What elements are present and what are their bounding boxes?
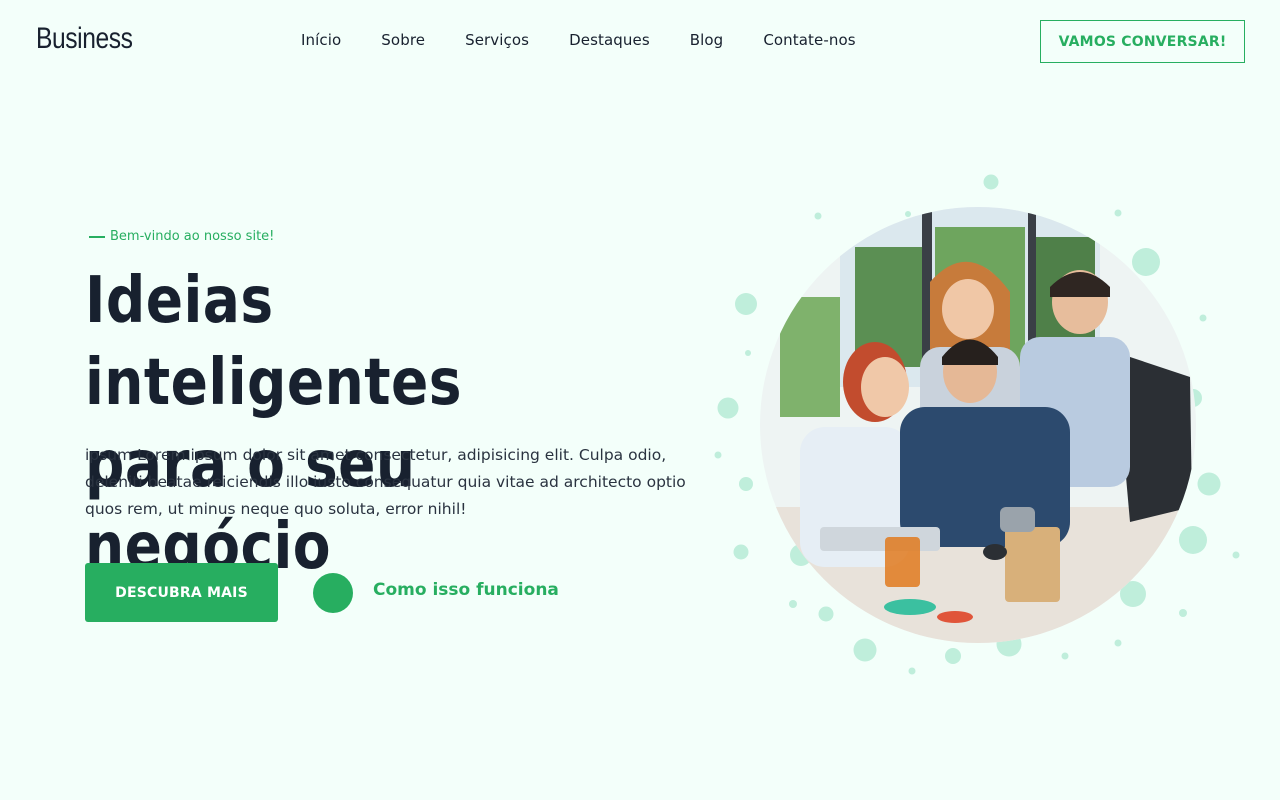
bubble-icon — [789, 600, 797, 608]
bubble-icon — [818, 606, 834, 622]
nav-item-destaques[interactable]: Destaques — [569, 31, 650, 49]
bubble-icon — [739, 477, 753, 491]
nav-item-servicos[interactable]: Serviços — [465, 31, 529, 49]
main-nav: Início Sobre Serviços Destaques Blog Con… — [301, 31, 856, 49]
hero-headline: Ideias inteligentes para o seu negócio — [85, 260, 635, 588]
bubble-icon — [853, 638, 877, 662]
team-photo — [760, 207, 1196, 643]
discover-more-button[interactable]: DESCUBRA MAIS — [85, 563, 278, 622]
bubble-icon — [814, 212, 822, 220]
bubble-icon — [717, 397, 739, 419]
bubble-icon — [945, 648, 961, 664]
bubble-icon — [1114, 209, 1122, 217]
nav-item-inicio[interactable]: Início — [301, 31, 341, 49]
eyebrow-dash — [89, 235, 105, 238]
hero-description: ipsum Lorem ipsum dolor sit amet consect… — [85, 446, 686, 518]
nav-item-contato[interactable]: Contate-nos — [763, 31, 855, 49]
bubble-icon — [1199, 314, 1207, 322]
bubble-icon — [1179, 609, 1187, 617]
bubble-icon — [745, 350, 751, 356]
site-header: Business Início Sobre Serviços Destaques… — [0, 0, 1280, 84]
bubble-icon — [735, 293, 757, 315]
nav-item-sobre[interactable]: Sobre — [381, 31, 425, 49]
eyebrow-text: Bem-vindo ao nosso site! — [110, 229, 275, 244]
bubble-icon — [983, 174, 999, 190]
brand-logo[interactable]: Business — [36, 22, 133, 56]
bubble-icon — [905, 211, 911, 217]
bubble-icon — [1132, 248, 1160, 276]
welcome-eyebrow: Bem-vindo ao nosso site! — [89, 229, 274, 244]
bubble-icon — [1232, 551, 1240, 559]
headline-line-1: Ideias inteligentes — [85, 264, 462, 420]
bubble-icon — [1114, 639, 1122, 647]
nav-item-blog[interactable]: Blog — [690, 31, 724, 49]
bubble-icon — [714, 451, 722, 459]
how-it-works-link[interactable]: Como isso funciona — [373, 580, 559, 600]
play-video-icon[interactable] — [313, 573, 353, 613]
bubble-icon — [908, 667, 916, 675]
bubble-icon — [1179, 526, 1207, 554]
bubble-icon — [1061, 652, 1069, 660]
bubble-icon — [733, 544, 749, 560]
bubble-icon — [1197, 472, 1221, 496]
team-photo-illustration — [760, 207, 1196, 643]
lets-talk-button[interactable]: VAMOS CONVERSAR! — [1040, 20, 1245, 63]
